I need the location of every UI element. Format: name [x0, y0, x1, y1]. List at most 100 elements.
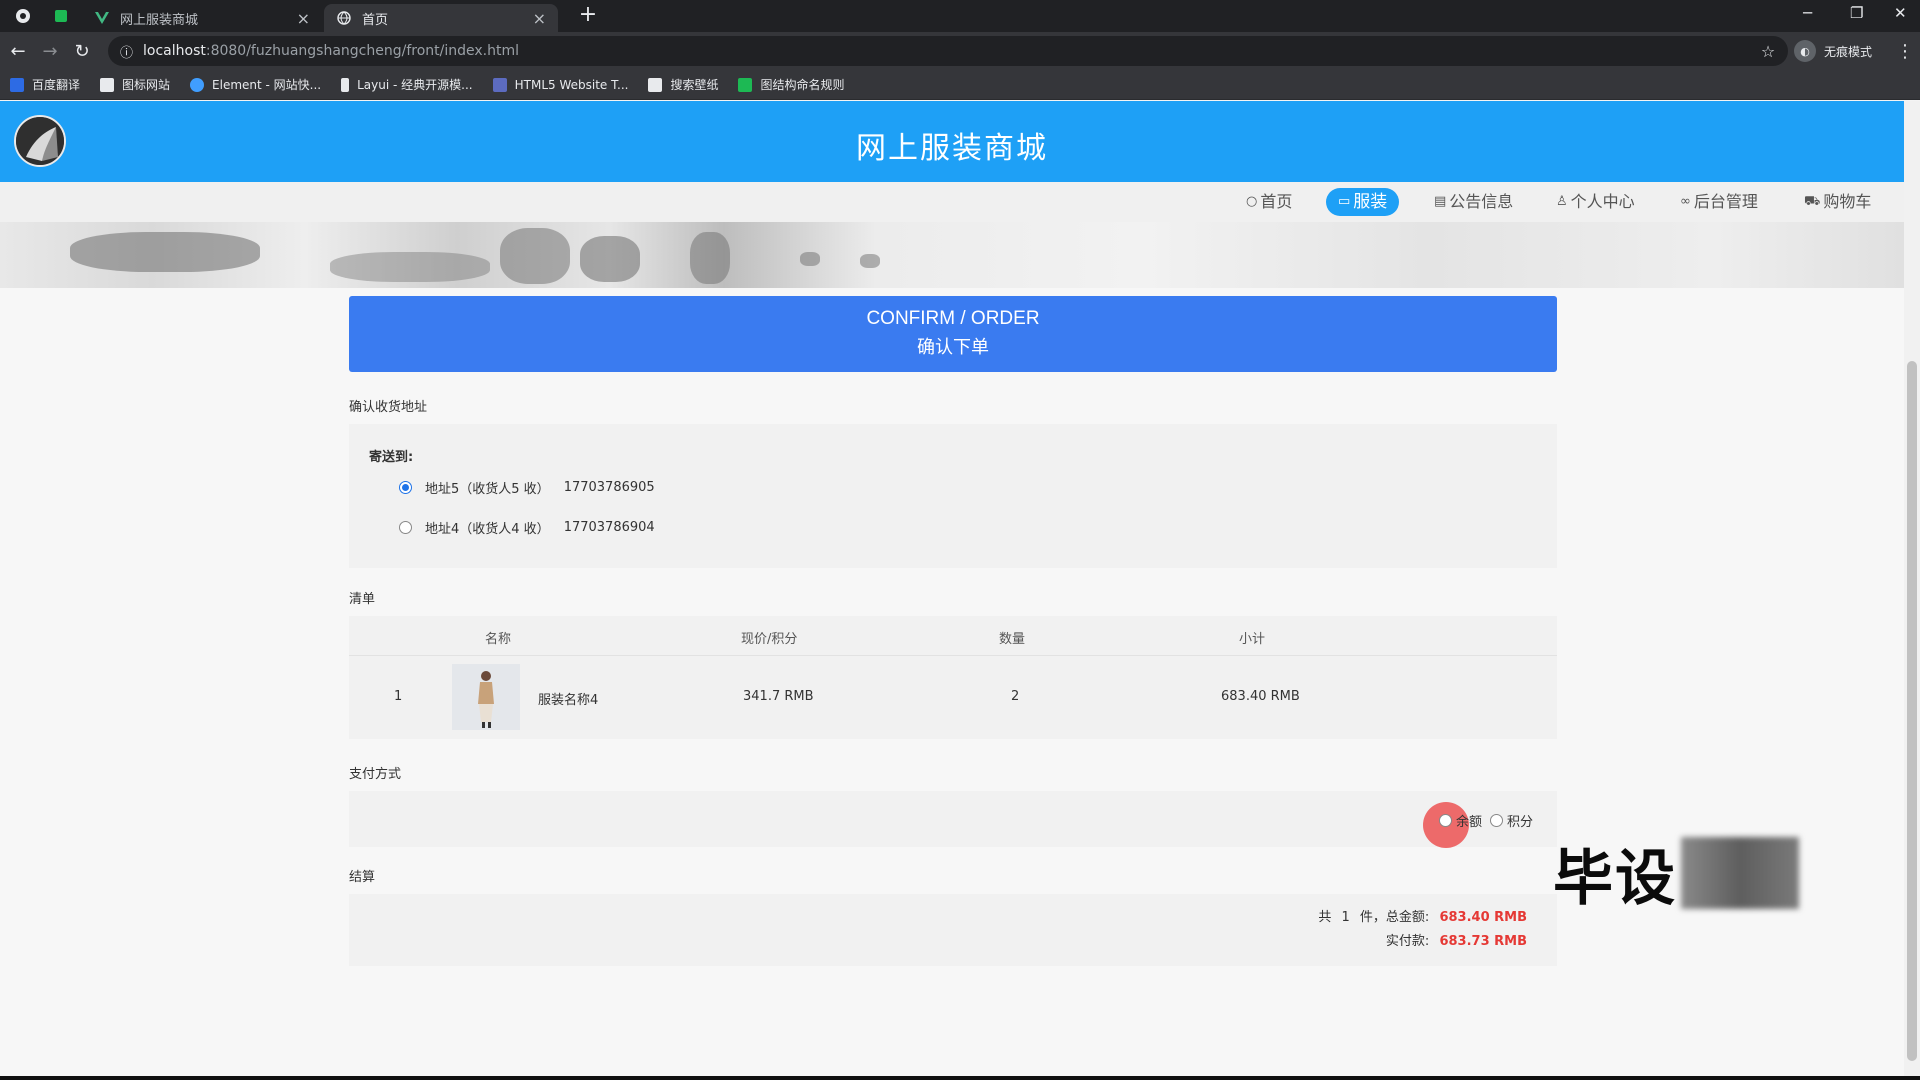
tab-home[interactable]: 首页 ×: [324, 4, 558, 32]
close-icon[interactable]: ×: [533, 9, 546, 28]
new-tab-button[interactable]: +: [574, 4, 602, 28]
browser-tab-bar: 网上服装商城 × 首页 × + ─ ❐ ✕: [0, 0, 1920, 32]
window-close-icon[interactable]: ✕: [1894, 4, 1907, 22]
points-radio[interactable]: [1489, 814, 1503, 827]
restore-icon[interactable]: ❐: [1850, 4, 1863, 22]
column-header: 数量: [999, 632, 1026, 647]
banner-ink-stroke: [500, 228, 570, 284]
address-text: 地址5（收货人5 收）: [425, 482, 550, 497]
nav-cart[interactable]: ⛟ 购物车: [1796, 188, 1879, 216]
bookmark-star-icon[interactable]: ☆: [1757, 40, 1779, 62]
points-label[interactable]: 积分: [1507, 811, 1533, 830]
address-section-title: 确认收货地址: [349, 396, 1557, 427]
flag-icon: [100, 77, 115, 92]
globe-icon: [336, 10, 352, 26]
table-header: 名称 现价/积分 数量 小计: [349, 616, 1557, 656]
order-items-table: 名称 现价/积分 数量 小计 1 服装名称4 341.7 RMB 2 683.4…: [349, 616, 1557, 739]
tab-title: 首页: [362, 12, 389, 28]
row-index: 1: [394, 689, 403, 704]
bookmark-item[interactable]: Layui - 经典开源模...: [341, 76, 473, 93]
url-host: localhost: [143, 43, 206, 59]
site-title: 网上服装商城: [856, 131, 1048, 166]
banner-ink-stroke: [690, 232, 730, 284]
main-nav: ○ 首页 ▭ 服装 ▤ 公告信息 ♙ 个人中心 ∞ 后台管理 ⛟ 购物车: [0, 182, 1904, 222]
bookmark-item[interactable]: 搜索壁纸: [648, 76, 718, 93]
nav-clothes[interactable]: ▭ 服装: [1326, 188, 1400, 216]
address-text: 地址4（收货人4 收）: [425, 522, 550, 537]
forward-icon[interactable]: →: [39, 40, 61, 62]
cart-icon: ⛟: [1804, 194, 1821, 209]
nav-home[interactable]: ○ 首页: [1238, 188, 1300, 216]
table-row: 1 服装名称4 341.7 RMB 2 683.40 RMB: [349, 657, 1557, 737]
tab-shop[interactable]: 网上服装商城 ×: [82, 4, 322, 32]
list-section-title: 清单: [349, 588, 1557, 619]
confirm-order-header: CONFIRM / ORDER 确认下单: [349, 296, 1557, 372]
product-qty: 2: [1011, 689, 1020, 704]
pinned-tab-icon[interactable]: [50, 5, 72, 27]
bookmark-item[interactable]: HTML5 Website T...: [492, 77, 628, 92]
watermark-text: 毕设: [1553, 843, 1677, 914]
blurred-watermark: [1681, 837, 1799, 909]
product-name[interactable]: 服装名称4: [538, 689, 598, 708]
hero-banner: [0, 222, 1904, 288]
bookmark-item[interactable]: 图标网站: [100, 76, 170, 93]
incognito-icon: ◐: [1794, 40, 1816, 62]
settle-panel: 共 1 件，总金额: 683.40 RMB 实付款: 683.73 RMB: [349, 894, 1557, 966]
back-icon[interactable]: ←: [7, 40, 29, 62]
address-panel: 寄送到: 地址5（收货人5 收） 17703786905 地址4（收货人4 收）…: [349, 424, 1557, 568]
address-radio[interactable]: [399, 481, 412, 494]
column-header: 名称: [485, 632, 512, 647]
close-icon[interactable]: ×: [297, 9, 310, 28]
payment-options: 余额 积分: [1438, 811, 1533, 830]
browser-toolbar: ← → ↻ ⓘ localhost:8080/fuzhuangshangchen…: [0, 32, 1920, 70]
nav-user-center[interactable]: ♙ 个人中心: [1548, 188, 1643, 216]
banner-ink-stroke: [580, 236, 640, 282]
banner-ink-stroke: [860, 254, 880, 268]
bookmark-item[interactable]: Element - 网站快...: [190, 76, 321, 93]
address-option[interactable]: 地址5（收货人5 收） 17703786905: [399, 478, 655, 497]
payment-panel: 余额 积分: [349, 791, 1557, 848]
layui-icon: [341, 77, 350, 92]
address-phone: 17703786904: [563, 520, 655, 535]
chrome-menu-icon[interactable]: [12, 5, 34, 27]
user-icon: ♙: [1556, 194, 1568, 209]
address-radio[interactable]: [399, 521, 412, 534]
home-icon: ○: [1246, 194, 1258, 209]
site-header: 网上服装商城: [0, 101, 1904, 182]
nav-notice[interactable]: ▤ 公告信息: [1426, 188, 1521, 216]
paid-amount-line: 实付款: 683.73 RMB: [1385, 934, 1527, 949]
reload-icon[interactable]: ↻: [71, 40, 93, 62]
column-header: 小计: [1239, 632, 1266, 647]
address-bar[interactable]: ⓘ localhost:8080/fuzhuangshangcheng/fron…: [108, 36, 1788, 66]
info-icon[interactable]: ⓘ: [120, 42, 133, 61]
balance-label[interactable]: 余额: [1456, 811, 1482, 830]
product-price: 341.7 RMB: [743, 689, 814, 704]
notice-icon: ▤: [1434, 194, 1447, 209]
column-header: 现价/积分: [741, 632, 798, 647]
address-option[interactable]: 地址4（收货人4 收） 17703786904: [399, 518, 655, 537]
paid-amount: 683.73 RMB: [1439, 934, 1527, 949]
incognito-profile[interactable]: ◐ 无痕模式: [1794, 40, 1872, 62]
profile-label: 无痕模式: [1824, 44, 1873, 59]
banner-ink-stroke: [800, 252, 820, 266]
banner-ink-stroke: [70, 232, 260, 272]
more-menu-icon[interactable]: ⋮: [1894, 40, 1916, 62]
bookmark-item[interactable]: 图结构命名规则: [738, 76, 844, 93]
product-subtotal: 683.40 RMB: [1221, 689, 1300, 704]
product-image[interactable]: [452, 664, 520, 730]
address-phone: 17703786905: [563, 480, 655, 495]
minimize-icon[interactable]: ─: [1803, 4, 1812, 22]
confirm-title-en: CONFIRM / ORDER: [866, 308, 1040, 329]
bookmark-item[interactable]: 百度翻译: [10, 76, 80, 93]
sheet-icon: [738, 77, 753, 92]
html5-icon: [492, 77, 507, 92]
web-page: 网上服装商城 ○ 首页 ▭ 服装 ▤ 公告信息 ♙ 个人中心 ∞ 后台管理 ⛟ 购物车 CO…: [0, 101, 1904, 1076]
element-icon: [190, 77, 205, 92]
balance-radio[interactable]: [1438, 814, 1452, 827]
screen-edge: [0, 1076, 1920, 1080]
nav-admin[interactable]: ∞ 后台管理: [1672, 188, 1766, 216]
scrollbar-thumb[interactable]: [1907, 361, 1917, 1061]
page-scrollbar[interactable]: [1904, 101, 1920, 1076]
item-count: 1: [1341, 910, 1350, 925]
watermark: 毕设: [1553, 835, 1799, 914]
